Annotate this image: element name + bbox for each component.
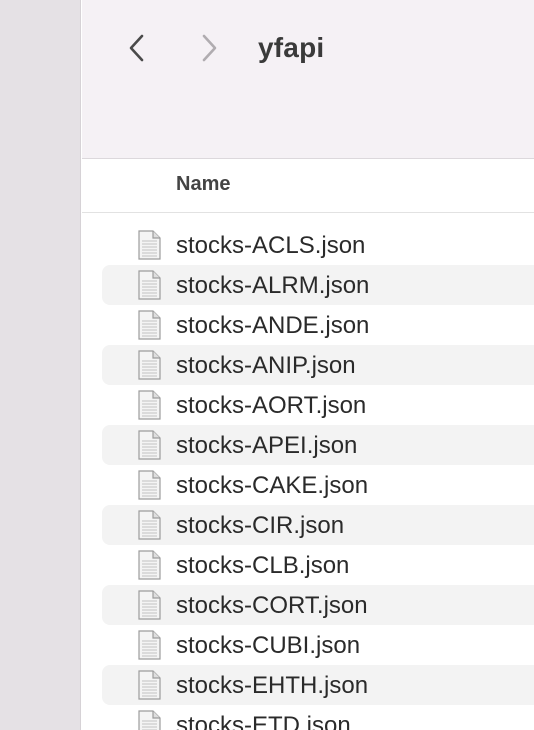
document-icon (138, 510, 161, 540)
file-list: stocks-ACLS.json stocks-ALRM.json stocks-A… (82, 225, 534, 730)
file-row[interactable]: stocks-EHTH.json (102, 665, 534, 705)
document-icon (138, 430, 161, 460)
file-name: stocks-CUBI.json (176, 632, 361, 659)
document-icon (138, 630, 161, 660)
file-row[interactable]: stocks-CLB.json (102, 545, 534, 585)
document-icon (138, 670, 161, 700)
file-row[interactable]: stocks-CUBI.json (102, 625, 534, 665)
column-header-name[interactable]: Name (176, 173, 230, 196)
document-icon (138, 710, 161, 730)
file-name: stocks-ALRM.json (176, 272, 370, 299)
file-row[interactable]: stocks-CAKE.json (102, 465, 534, 505)
file-row[interactable]: stocks-CORT.json (102, 585, 534, 625)
file-name: stocks-ACLS.json (176, 232, 366, 259)
file-row[interactable]: stocks-ALRM.json (102, 265, 534, 305)
document-icon (138, 230, 161, 260)
file-row[interactable]: stocks-ANIP.json (102, 345, 534, 385)
document-icon (138, 270, 161, 300)
document-icon (138, 350, 161, 380)
file-row[interactable]: stocks-APEI.json (102, 425, 534, 465)
file-name: stocks-CAKE.json (176, 472, 369, 499)
column-header-row: Name (82, 160, 534, 213)
file-name: stocks-CLB.json (176, 552, 350, 579)
finder-window: yfapi Name stocks-ACLS.json stocks-ALRM.j… (0, 0, 534, 730)
document-icon (138, 310, 161, 340)
file-row[interactable]: stocks-ANDE.json (102, 305, 534, 345)
file-name: stocks-CIR.json (176, 512, 345, 539)
file-name: stocks-AORT.json (176, 392, 367, 419)
file-name: stocks-APEI.json (176, 432, 358, 459)
file-row[interactable]: stocks-CIR.json (102, 505, 534, 545)
file-row[interactable]: stocks-ACLS.json (102, 225, 534, 265)
file-row[interactable]: stocks-AORT.json (102, 385, 534, 425)
document-icon (138, 470, 161, 500)
sidebar (0, 0, 81, 730)
folder-title: yfapi (258, 32, 325, 63)
file-name: stocks-CORT.json (176, 592, 368, 619)
document-icon (138, 390, 161, 420)
forward-button[interactable] (191, 30, 227, 66)
file-name: stocks-ANDE.json (176, 312, 370, 339)
file-name: stocks-EHTH.json (176, 672, 369, 699)
back-button[interactable] (119, 30, 155, 66)
chevron-left-icon (129, 34, 144, 62)
file-row[interactable]: stocks-ETD.json (102, 705, 534, 730)
document-icon (138, 550, 161, 580)
document-icon (138, 590, 161, 620)
file-name: stocks-ANIP.json (176, 352, 356, 379)
file-name: stocks-ETD.json (176, 712, 351, 730)
chevron-right-icon (202, 34, 217, 62)
toolbar: yfapi (82, 0, 534, 159)
